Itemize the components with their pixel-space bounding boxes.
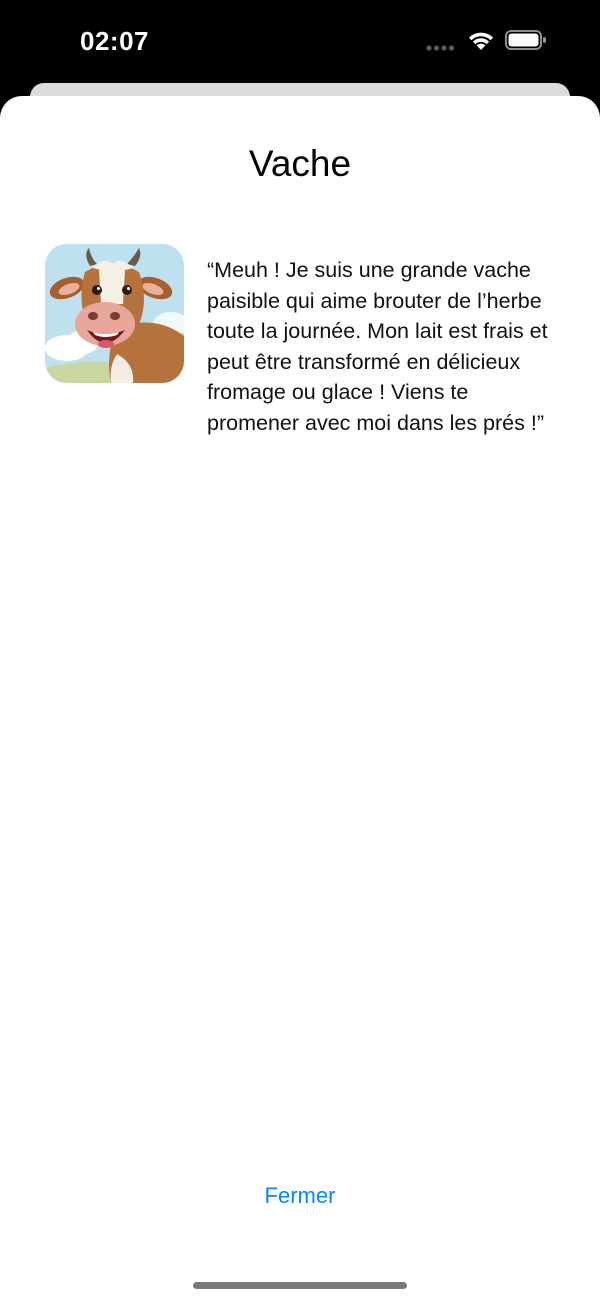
wifi-icon — [469, 32, 493, 50]
modal-sheet: Vache “Meuh ! Je suis une grande vache p… — [0, 96, 600, 1299]
sheet-title: Vache — [248, 143, 352, 184]
battery-icon — [505, 30, 546, 50]
status-bar: 02:07 — [0, 0, 600, 82]
screen: 02:07 Vache “Meuh ! Je suis une grande v… — [0, 0, 600, 1299]
close-button[interactable]: Fermer — [200, 1176, 400, 1216]
status-time: 02:07 — [80, 26, 149, 56]
home-indicator[interactable] — [193, 1282, 407, 1289]
cow-avatar-image — [45, 244, 184, 383]
cellular-signal-icon — [426, 45, 454, 51]
cow-icon — [45, 244, 184, 383]
cow-quote-text: “Meuh ! Je suis une grande vache paisibl… — [207, 258, 548, 435]
